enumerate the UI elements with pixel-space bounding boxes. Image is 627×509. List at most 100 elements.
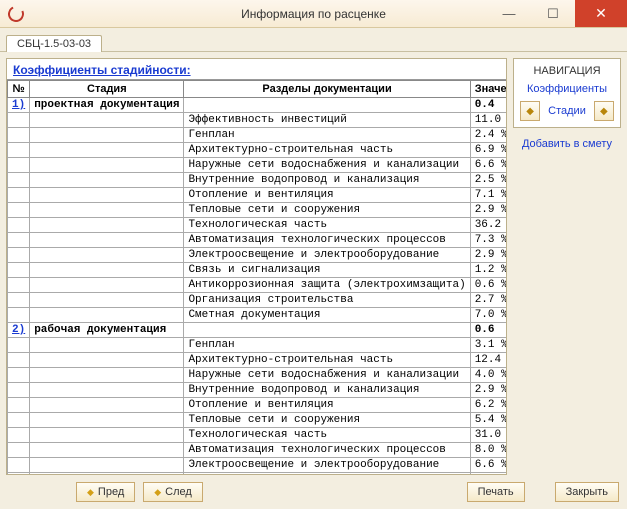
app-icon — [6, 3, 27, 24]
prev-button-label: Пред — [98, 486, 124, 498]
nav-coefficients-link[interactable]: Коэффициенты — [518, 81, 616, 97]
table-row[interactable]: Тепловые сети и сооружения5.4 % — [8, 413, 507, 428]
cell-section: Тепловые сети и сооружения — [184, 413, 470, 428]
cell-section: Связь и сигнализация — [184, 263, 470, 278]
cell-no — [8, 443, 30, 458]
table-row[interactable]: Эффективность инвестиций11.0 % — [8, 113, 507, 128]
cell-section: Электроосвещение и электрооборудование — [184, 248, 470, 263]
cell-section: Связь и сигнализация — [184, 473, 470, 475]
cell-section: Эффективность инвестиций — [184, 113, 470, 128]
table-row[interactable]: Отопление и вентиляция7.1 % — [8, 188, 507, 203]
table-row[interactable]: Технологическая часть31.0 % — [8, 428, 507, 443]
col-section: Разделы документации — [184, 81, 470, 98]
cell-section: Сметная документация — [184, 308, 470, 323]
cell-value: 1.0 % — [470, 473, 506, 475]
nav-stages-link[interactable]: Стадии — [542, 105, 592, 117]
table-row[interactable]: Электроосвещение и электрооборудование6.… — [8, 458, 507, 473]
table-row[interactable]: Отопление и вентиляция6.2 % — [8, 398, 507, 413]
table-row[interactable]: Генплан2.4 % — [8, 128, 507, 143]
cell-stage — [30, 428, 184, 443]
cell-value: 36.2 % — [470, 218, 506, 233]
stage-no[interactable]: 2) — [8, 323, 30, 338]
cell-section: Отопление и вентиляция — [184, 188, 470, 203]
table-row[interactable]: Автоматизация технологических процессов8… — [8, 443, 507, 458]
table-row[interactable]: Наружные сети водоснабжения и канализаци… — [8, 368, 507, 383]
cell-value: 2.7 % — [470, 293, 506, 308]
window-close-button[interactable]: ✕ — [575, 0, 627, 27]
table-row[interactable]: Технологическая часть36.2 % — [8, 218, 507, 233]
cell-section: Тепловые сети и сооружения — [184, 203, 470, 218]
cell-stage — [30, 413, 184, 428]
cell-value: 6.2 % — [470, 398, 506, 413]
cell-stage — [30, 308, 184, 323]
cell-section: Отопление и вентиляция — [184, 398, 470, 413]
nav-stage-next-button[interactable]: ◆ — [594, 101, 614, 121]
coefficients-table: № Стадия Разделы документации Значение 1… — [7, 80, 506, 474]
cell-stage — [30, 368, 184, 383]
cell-stage — [30, 443, 184, 458]
table-row[interactable]: Связь и сигнализация1.2 % — [8, 263, 507, 278]
cell-value: 4.0 % — [470, 368, 506, 383]
cell-no — [8, 338, 30, 353]
table-row[interactable]: Автоматизация технологических процессов7… — [8, 233, 507, 248]
maximize-button[interactable]: ☐ — [531, 0, 575, 27]
cell-section: Организация строительства — [184, 293, 470, 308]
table-scroll[interactable]: № Стадия Разделы документации Значение 1… — [7, 79, 506, 474]
add-to-estimate-link[interactable]: Добавить в смету — [513, 136, 621, 152]
cell-no — [8, 173, 30, 188]
stage-row[interactable]: 2)рабочая документация0.6 — [8, 323, 507, 338]
cell-value: 7.0 % — [470, 308, 506, 323]
cell-no — [8, 368, 30, 383]
cell-value: 7.3 % — [470, 233, 506, 248]
cell-value: 6.6 % — [470, 458, 506, 473]
cell-value: 6.9 % — [470, 143, 506, 158]
table-row[interactable]: Организация строительства2.7 % — [8, 293, 507, 308]
stage-section — [184, 323, 470, 338]
cell-stage — [30, 473, 184, 475]
col-value: Значение — [470, 81, 506, 98]
print-button[interactable]: Печать — [467, 482, 525, 502]
prev-button[interactable]: ◆Пред — [76, 482, 135, 502]
table-row[interactable]: Связь и сигнализация1.0 % — [8, 473, 507, 475]
table-row[interactable]: Сметная документация7.0 % — [8, 308, 507, 323]
table-row[interactable]: Антикоррозионная защита (электрохимзащит… — [8, 278, 507, 293]
nav-stage-prev-button[interactable]: ◆ — [520, 101, 540, 121]
section-title: Коэффициенты стадийности: — [7, 59, 506, 79]
table-row[interactable]: Электроосвещение и электрооборудование2.… — [8, 248, 507, 263]
next-button[interactable]: ◆След — [143, 482, 203, 502]
cell-stage — [30, 278, 184, 293]
cell-value: 6.6 % — [470, 158, 506, 173]
cell-value: 7.1 % — [470, 188, 506, 203]
cell-stage — [30, 158, 184, 173]
cell-value: 2.9 % — [470, 383, 506, 398]
close-button-label: Закрыть — [566, 486, 608, 498]
cell-no — [8, 383, 30, 398]
cell-value: 1.2 % — [470, 263, 506, 278]
cell-stage — [30, 113, 184, 128]
table-row[interactable]: Внутренние водопровод и канализация2.5 % — [8, 173, 507, 188]
cell-value: 31.0 % — [470, 428, 506, 443]
cell-stage — [30, 248, 184, 263]
cell-stage — [30, 143, 184, 158]
cell-no — [8, 158, 30, 173]
stage-row[interactable]: 1)проектная документация0.4 — [8, 98, 507, 113]
cell-value: 2.9 % — [470, 203, 506, 218]
table-row[interactable]: Генплан3.1 % — [8, 338, 507, 353]
cell-value: 8.0 % — [470, 443, 506, 458]
table-row[interactable]: Наружные сети водоснабжения и канализаци… — [8, 158, 507, 173]
cell-value: 11.0 % — [470, 113, 506, 128]
tab-code[interactable]: СБЦ-1.5-03-03 — [6, 35, 102, 52]
stage-no[interactable]: 1) — [8, 98, 30, 113]
cell-value: 5.4 % — [470, 413, 506, 428]
table-row[interactable]: Тепловые сети и сооружения2.9 % — [8, 203, 507, 218]
cell-no — [8, 353, 30, 368]
tabbar: СБЦ-1.5-03-03 — [0, 28, 627, 52]
table-row[interactable]: Внутренние водопровод и канализация2.9 % — [8, 383, 507, 398]
stage-name: рабочая документация — [30, 323, 184, 338]
col-no: № — [8, 81, 30, 98]
table-row[interactable]: Архитектурно-строительная часть12.4 % — [8, 353, 507, 368]
close-button[interactable]: Закрыть — [555, 482, 619, 502]
cell-stage — [30, 128, 184, 143]
table-row[interactable]: Архитектурно-строительная часть6.9 % — [8, 143, 507, 158]
minimize-button[interactable]: — — [487, 0, 531, 27]
